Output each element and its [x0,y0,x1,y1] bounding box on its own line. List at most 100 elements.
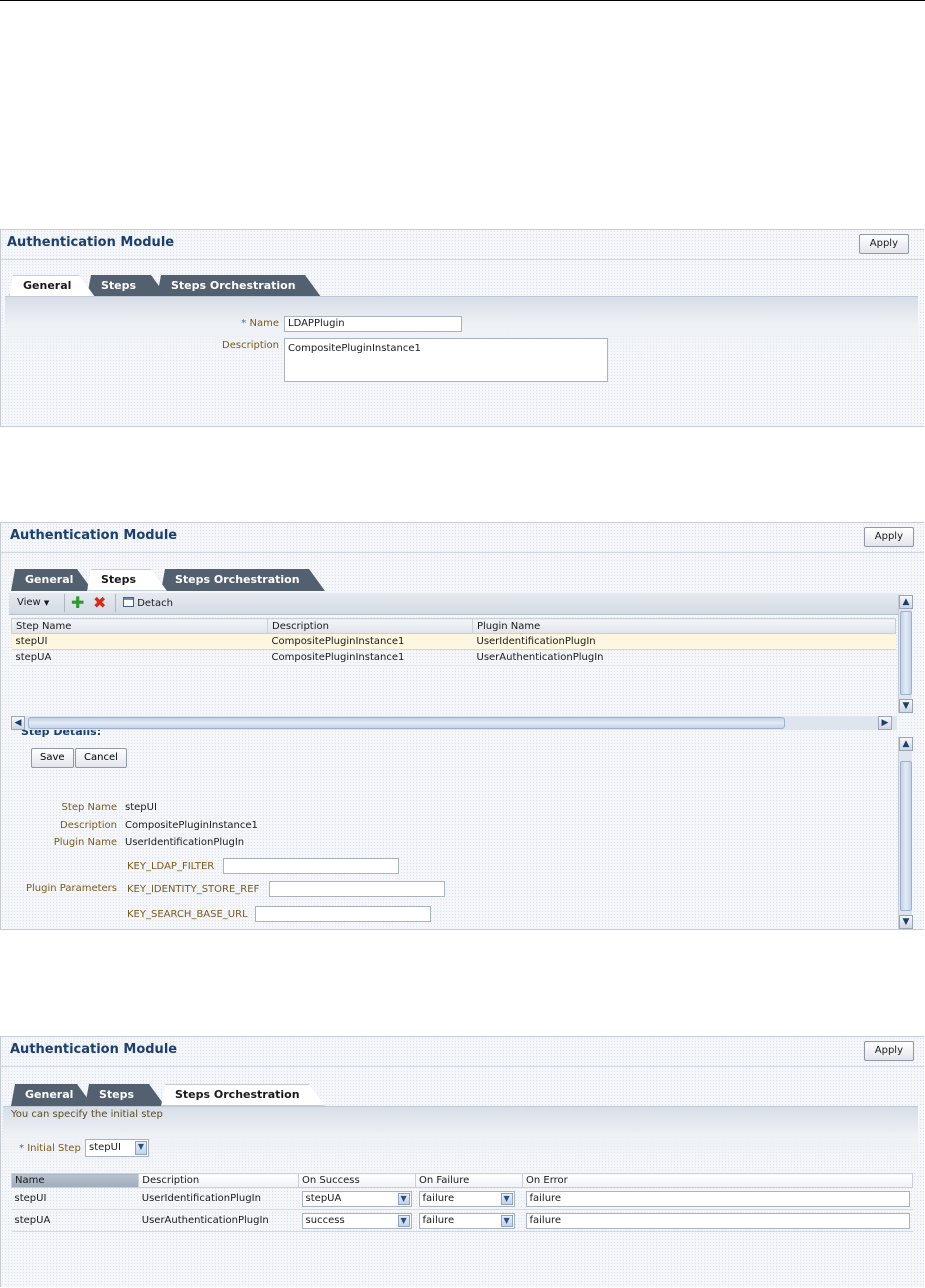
view-menu-label: View [17,597,41,608]
page-title: Authentication Module [10,1042,178,1057]
table-row[interactable]: stepUA UserAuthenticationPlugIn success … [11,1209,913,1232]
scroll-thumb[interactable] [900,611,912,695]
table-row[interactable]: stepUI CompositePluginInstance1 UserIden… [11,633,896,650]
toolbar-divider [64,594,65,612]
authentication-module-panel-steps: Authentication Module Apply General Step… [0,522,924,930]
on-error-value: failure [529,1214,562,1226]
scroll-up-icon[interactable]: ▲ [899,737,913,751]
page-title: Authentication Module [10,528,178,543]
param-key-identity-store-ref-label: KEY_IDENTITY_STORE_REF [127,884,260,895]
scroll-down-icon[interactable]: ▼ [899,915,913,929]
on-error-field[interactable]: failure [525,1190,910,1207]
initial-step-label-text: Initial Step [27,1143,81,1154]
on-failure-cell: failure ▼ [415,1209,523,1232]
scroll-left-icon[interactable]: ◀ [11,716,25,730]
required-marker: * [19,1143,24,1154]
tab-steps-orchestration[interactable]: Steps Orchestration [161,1084,325,1106]
on-success-cell: success ▼ [298,1209,416,1232]
cancel-button[interactable]: Cancel [75,748,127,768]
column-header-plugin-name[interactable]: Plugin Name [472,618,896,634]
table-vertical-scrollbar[interactable]: ▲ ▼ [898,595,913,713]
step-details-heading: Step Details: [21,730,102,738]
table-horizontal-scrollbar[interactable]: ◀ [11,716,897,730]
table-header-row: Step Name Description Plugin Name [11,618,896,634]
scroll-right-icon[interactable]: ▶ [878,716,892,730]
on-failure-select[interactable]: failure ▼ [418,1212,515,1229]
tab-strip: General Steps Steps Orchestration [9,569,329,591]
param-key-search-base-url-input[interactable] [255,906,431,922]
chevron-down-icon: ▼ [500,1192,513,1205]
scroll-down-icon[interactable]: ▼ [899,699,913,713]
name-label: * Name [185,318,279,329]
description-field[interactable]: CompositePluginInstance1 [284,338,608,382]
apply-button[interactable]: Apply [863,527,914,547]
chevron-down-icon: ▼ [135,1141,147,1155]
column-header-description[interactable]: Description [267,618,473,634]
on-failure-value: failure [422,1192,455,1204]
description-label: Description [222,340,279,351]
on-success-value: stepUA [305,1192,342,1204]
detach-button[interactable]: Detach [123,597,173,609]
panel-header: Authentication Module Apply [1,230,924,260]
on-error-cell: failure [522,1187,913,1210]
add-icon[interactable]: ✚ [71,595,84,611]
column-header-on-failure[interactable]: On Failure [415,1173,523,1188]
tab-steps-orchestration[interactable]: Steps Orchestration [157,275,321,297]
tab-strip: General Steps Steps Orchestration [9,275,329,297]
scroll-thumb[interactable] [900,761,912,911]
page-title: Authentication Module [7,235,175,250]
name-field[interactable]: LDAPPlugin [284,316,462,332]
tab-steps[interactable]: Steps [87,275,167,297]
step-name-cell: stepUI [11,633,268,650]
name-label-text: Name [249,318,279,329]
on-success-select[interactable]: stepUA ▼ [301,1190,412,1207]
column-header-step-name[interactable]: Step Name [11,618,268,634]
column-header-on-success[interactable]: On Success [298,1173,417,1188]
chevron-down-icon: ▼ [397,1214,410,1227]
view-menu[interactable]: View ▼ [17,597,49,608]
steps-table: Step Name Description Plugin Name stepUI… [11,618,896,666]
table-row[interactable]: stepUI UserIdentificationPlugIn stepUA ▼… [11,1187,913,1210]
delete-icon[interactable]: ✖ [93,595,106,611]
step-name-cell: stepUA [11,649,268,666]
column-header-description[interactable]: Description [138,1173,300,1188]
detach-icon [123,597,134,607]
detach-label: Detach [137,598,173,609]
scroll-up-icon[interactable]: ▲ [899,595,913,609]
plugin-name-value: UserIdentificationPlugIn [125,837,245,848]
on-error-value: failure [529,1192,562,1204]
table-row[interactable]: stepUA CompositePluginInstance1 UserAuth… [11,649,896,666]
chevron-down-icon: ▼ [500,1214,513,1227]
description-cell: CompositePluginInstance1 [267,633,473,650]
chevron-down-icon: ▼ [43,599,50,607]
details-vertical-scrollbar[interactable]: ▲ ▼ [898,737,913,929]
apply-button[interactable]: Apply [863,1041,914,1061]
step-name-label: Step Name [61,802,117,813]
initial-step-select[interactable]: stepUI ▼ [85,1139,149,1157]
tab-general[interactable]: General [11,1084,93,1106]
on-success-select[interactable]: success ▼ [301,1212,412,1229]
table-header-row: Name Description On Success On Failure O… [10,1173,913,1188]
authentication-module-panel-orchestration: Authentication Module Apply General Step… [0,1036,924,1288]
on-error-field[interactable]: failure [525,1212,910,1229]
on-failure-value: failure [422,1214,455,1226]
param-key-identity-store-ref-input[interactable] [269,881,445,897]
param-key-ldap-filter-input[interactable] [223,858,399,874]
tab-steps-orchestration[interactable]: Steps Orchestration [161,569,325,591]
column-header-name[interactable]: Name [10,1173,140,1188]
apply-button[interactable]: Apply [858,234,909,254]
name-cell: stepUI [11,1187,139,1210]
tab-general[interactable]: General [11,569,93,591]
required-marker: * [241,318,247,329]
description-cell: CompositePluginInstance1 [267,649,473,666]
authentication-module-panel-general: Authentication Module Apply General Step… [0,229,924,427]
tab-steps[interactable]: Steps [87,569,167,591]
save-button[interactable]: Save [31,748,74,768]
column-header-on-error[interactable]: On Error [522,1173,913,1188]
tab-general[interactable]: General [9,275,95,297]
on-failure-select[interactable]: failure ▼ [418,1190,515,1207]
description-value: CompositePluginInstance1 [125,820,258,831]
tab-steps[interactable]: Steps [85,1084,165,1106]
scroll-thumb[interactable] [28,717,785,729]
on-error-cell: failure [522,1209,913,1232]
